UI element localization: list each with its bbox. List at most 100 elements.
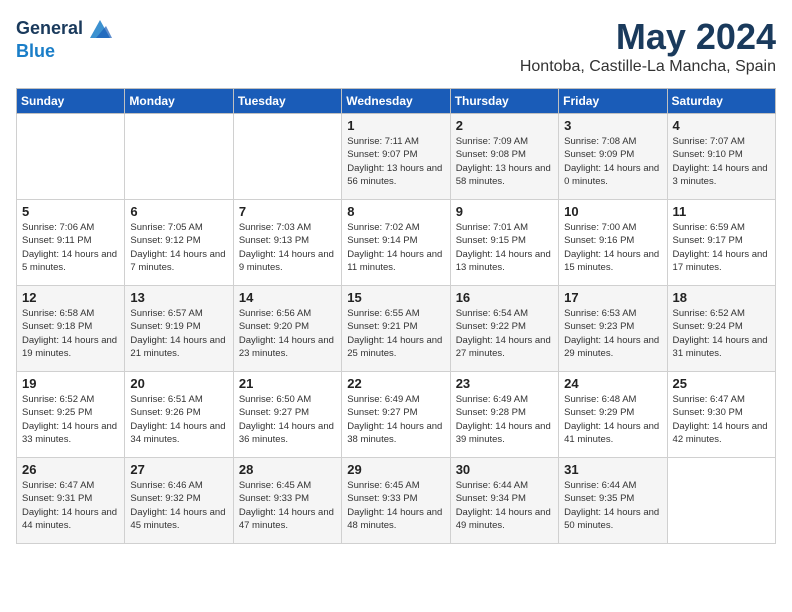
- calendar-cell: 14Sunrise: 6:56 AMSunset: 9:20 PMDayligh…: [233, 286, 341, 372]
- day-number: 13: [130, 290, 227, 305]
- cell-info: Sunrise: 7:00 AMSunset: 9:16 PMDaylight:…: [564, 221, 661, 274]
- calendar-cell: 15Sunrise: 6:55 AMSunset: 9:21 PMDayligh…: [342, 286, 450, 372]
- calendar-cell: 13Sunrise: 6:57 AMSunset: 9:19 PMDayligh…: [125, 286, 233, 372]
- calendar-cell: 3 Sunrise: 7:08 AMSunset: 9:09 PMDaylight…: [559, 114, 667, 200]
- day-number: 8: [347, 204, 444, 219]
- cell-info: Sunrise: 7:03 AMSunset: 9:13 PMDaylight:…: [239, 221, 336, 274]
- cell-info: Sunrise: 6:59 AMSunset: 9:17 PMDaylight:…: [673, 221, 770, 274]
- calendar-week-row: 26 Sunrise: 6:47 AMSunset: 9:31 PMDayligh…: [17, 458, 776, 544]
- day-number: 10: [564, 204, 661, 219]
- cell-info: Sunrise: 6:51 AMSunset: 9:26 PMDaylight:…: [130, 393, 227, 446]
- day-number: 23: [456, 376, 553, 391]
- month-year-title: May 2024: [520, 16, 776, 58]
- cell-info: Sunrise: 6:53 AMSunset: 9:23 PMDaylight:…: [564, 307, 661, 360]
- cell-info: Sunrise: 6:48 AMSunset: 9:29 PMDaylight:…: [564, 393, 661, 446]
- calendar-cell: 26 Sunrise: 6:47 AMSunset: 9:31 PMDayligh…: [17, 458, 125, 544]
- calendar-cell: 30 Sunrise: 6:44 AMSunset: 9:34 PMDayligh…: [450, 458, 558, 544]
- title-block: May 2024 Hontoba, Castille-La Mancha, Sp…: [520, 16, 776, 76]
- weekday-header: Friday: [559, 89, 667, 114]
- calendar-cell: 10 Sunrise: 7:00 AMSunset: 9:16 PMDayligh…: [559, 200, 667, 286]
- logo-icon: [86, 16, 114, 42]
- calendar-cell: [233, 114, 341, 200]
- cell-info: Sunrise: 6:47 AMSunset: 9:31 PMDaylight:…: [22, 479, 119, 532]
- calendar-week-row: 5Sunrise: 7:06 AMSunset: 9:11 PMDaylight…: [17, 200, 776, 286]
- cell-info: Sunrise: 6:52 AMSunset: 9:24 PMDaylight:…: [673, 307, 770, 360]
- cell-info: Sunrise: 6:44 AMSunset: 9:34 PMDaylight:…: [456, 479, 553, 532]
- calendar-cell: 19 Sunrise: 6:52 AMSunset: 9:25 PMDayligh…: [17, 372, 125, 458]
- day-number: 9: [456, 204, 553, 219]
- calendar-cell: [667, 458, 775, 544]
- weekday-header: Wednesday: [342, 89, 450, 114]
- calendar-cell: 11 Sunrise: 6:59 AMSunset: 9:17 PMDayligh…: [667, 200, 775, 286]
- calendar-cell: 27Sunrise: 6:46 AMSunset: 9:32 PMDayligh…: [125, 458, 233, 544]
- calendar-cell: 31Sunrise: 6:44 AMSunset: 9:35 PMDayligh…: [559, 458, 667, 544]
- calendar-week-row: 1Sunrise: 7:11 AMSunset: 9:07 PMDaylight…: [17, 114, 776, 200]
- day-number: 4: [673, 118, 770, 133]
- calendar-cell: 9 Sunrise: 7:01 AMSunset: 9:15 PMDaylight…: [450, 200, 558, 286]
- day-number: 26: [22, 462, 119, 477]
- cell-info: Sunrise: 7:05 AMSunset: 9:12 PMDaylight:…: [130, 221, 227, 274]
- calendar-cell: 18 Sunrise: 6:52 AMSunset: 9:24 PMDayligh…: [667, 286, 775, 372]
- calendar-cell: 22 Sunrise: 6:49 AMSunset: 9:27 PMDayligh…: [342, 372, 450, 458]
- calendar-cell: 25Sunrise: 6:47 AMSunset: 9:30 PMDayligh…: [667, 372, 775, 458]
- calendar-week-row: 19 Sunrise: 6:52 AMSunset: 9:25 PMDayligh…: [17, 372, 776, 458]
- calendar-cell: 28Sunrise: 6:45 AMSunset: 9:33 PMDayligh…: [233, 458, 341, 544]
- cell-info: Sunrise: 7:09 AMSunset: 9:08 PMDaylight:…: [456, 135, 553, 188]
- calendar-cell: 20 Sunrise: 6:51 AMSunset: 9:26 PMDayligh…: [125, 372, 233, 458]
- day-number: 18: [673, 290, 770, 305]
- calendar-cell: 4 Sunrise: 7:07 AMSunset: 9:10 PMDaylight…: [667, 114, 775, 200]
- calendar-cell: 5Sunrise: 7:06 AMSunset: 9:11 PMDaylight…: [17, 200, 125, 286]
- cell-info: Sunrise: 6:49 AMSunset: 9:27 PMDaylight:…: [347, 393, 444, 446]
- cell-info: Sunrise: 6:52 AMSunset: 9:25 PMDaylight:…: [22, 393, 119, 446]
- weekday-header-row: SundayMondayTuesdayWednesdayThursdayFrid…: [17, 89, 776, 114]
- day-number: 15: [347, 290, 444, 305]
- day-number: 2: [456, 118, 553, 133]
- weekday-header: Sunday: [17, 89, 125, 114]
- calendar-cell: 1Sunrise: 7:11 AMSunset: 9:07 PMDaylight…: [342, 114, 450, 200]
- weekday-header: Thursday: [450, 89, 558, 114]
- day-number: 17: [564, 290, 661, 305]
- day-number: 24: [564, 376, 661, 391]
- day-number: 30: [456, 462, 553, 477]
- day-number: 3: [564, 118, 661, 133]
- calendar-cell: 16 Sunrise: 6:54 AMSunset: 9:22 PMDayligh…: [450, 286, 558, 372]
- calendar-table: SundayMondayTuesdayWednesdayThursdayFrid…: [16, 88, 776, 544]
- calendar-cell: [125, 114, 233, 200]
- cell-info: Sunrise: 6:54 AMSunset: 9:22 PMDaylight:…: [456, 307, 553, 360]
- calendar-cell: 21Sunrise: 6:50 AMSunset: 9:27 PMDayligh…: [233, 372, 341, 458]
- cell-info: Sunrise: 7:01 AMSunset: 9:15 PMDaylight:…: [456, 221, 553, 274]
- day-number: 28: [239, 462, 336, 477]
- calendar-cell: 24 Sunrise: 6:48 AMSunset: 9:29 PMDayligh…: [559, 372, 667, 458]
- calendar-week-row: 12Sunrise: 6:58 AMSunset: 9:18 PMDayligh…: [17, 286, 776, 372]
- day-number: 22: [347, 376, 444, 391]
- cell-info: Sunrise: 6:50 AMSunset: 9:27 PMDaylight:…: [239, 393, 336, 446]
- calendar-cell: 17 Sunrise: 6:53 AMSunset: 9:23 PMDayligh…: [559, 286, 667, 372]
- weekday-header: Saturday: [667, 89, 775, 114]
- logo-general: General: [16, 19, 83, 39]
- day-number: 14: [239, 290, 336, 305]
- calendar-cell: 7Sunrise: 7:03 AMSunset: 9:13 PMDaylight…: [233, 200, 341, 286]
- day-number: 16: [456, 290, 553, 305]
- cell-info: Sunrise: 7:07 AMSunset: 9:10 PMDaylight:…: [673, 135, 770, 188]
- calendar-cell: [17, 114, 125, 200]
- day-number: 20: [130, 376, 227, 391]
- calendar-cell: 2 Sunrise: 7:09 AMSunset: 9:08 PMDaylight…: [450, 114, 558, 200]
- cell-info: Sunrise: 7:11 AMSunset: 9:07 PMDaylight:…: [347, 135, 444, 188]
- day-number: 6: [130, 204, 227, 219]
- logo: General Blue: [16, 16, 114, 62]
- cell-info: Sunrise: 6:46 AMSunset: 9:32 PMDaylight:…: [130, 479, 227, 532]
- cell-info: Sunrise: 6:44 AMSunset: 9:35 PMDaylight:…: [564, 479, 661, 532]
- calendar-cell: 6 Sunrise: 7:05 AMSunset: 9:12 PMDaylight…: [125, 200, 233, 286]
- day-number: 19: [22, 376, 119, 391]
- cell-info: Sunrise: 6:49 AMSunset: 9:28 PMDaylight:…: [456, 393, 553, 446]
- day-number: 5: [22, 204, 119, 219]
- logo-blue: Blue: [16, 42, 114, 62]
- weekday-header: Tuesday: [233, 89, 341, 114]
- calendar-cell: 23 Sunrise: 6:49 AMSunset: 9:28 PMDayligh…: [450, 372, 558, 458]
- cell-info: Sunrise: 7:02 AMSunset: 9:14 PMDaylight:…: [347, 221, 444, 274]
- cell-info: Sunrise: 6:45 AMSunset: 9:33 PMDaylight:…: [347, 479, 444, 532]
- cell-info: Sunrise: 7:08 AMSunset: 9:09 PMDaylight:…: [564, 135, 661, 188]
- calendar-cell: 12Sunrise: 6:58 AMSunset: 9:18 PMDayligh…: [17, 286, 125, 372]
- cell-info: Sunrise: 6:58 AMSunset: 9:18 PMDaylight:…: [22, 307, 119, 360]
- day-number: 11: [673, 204, 770, 219]
